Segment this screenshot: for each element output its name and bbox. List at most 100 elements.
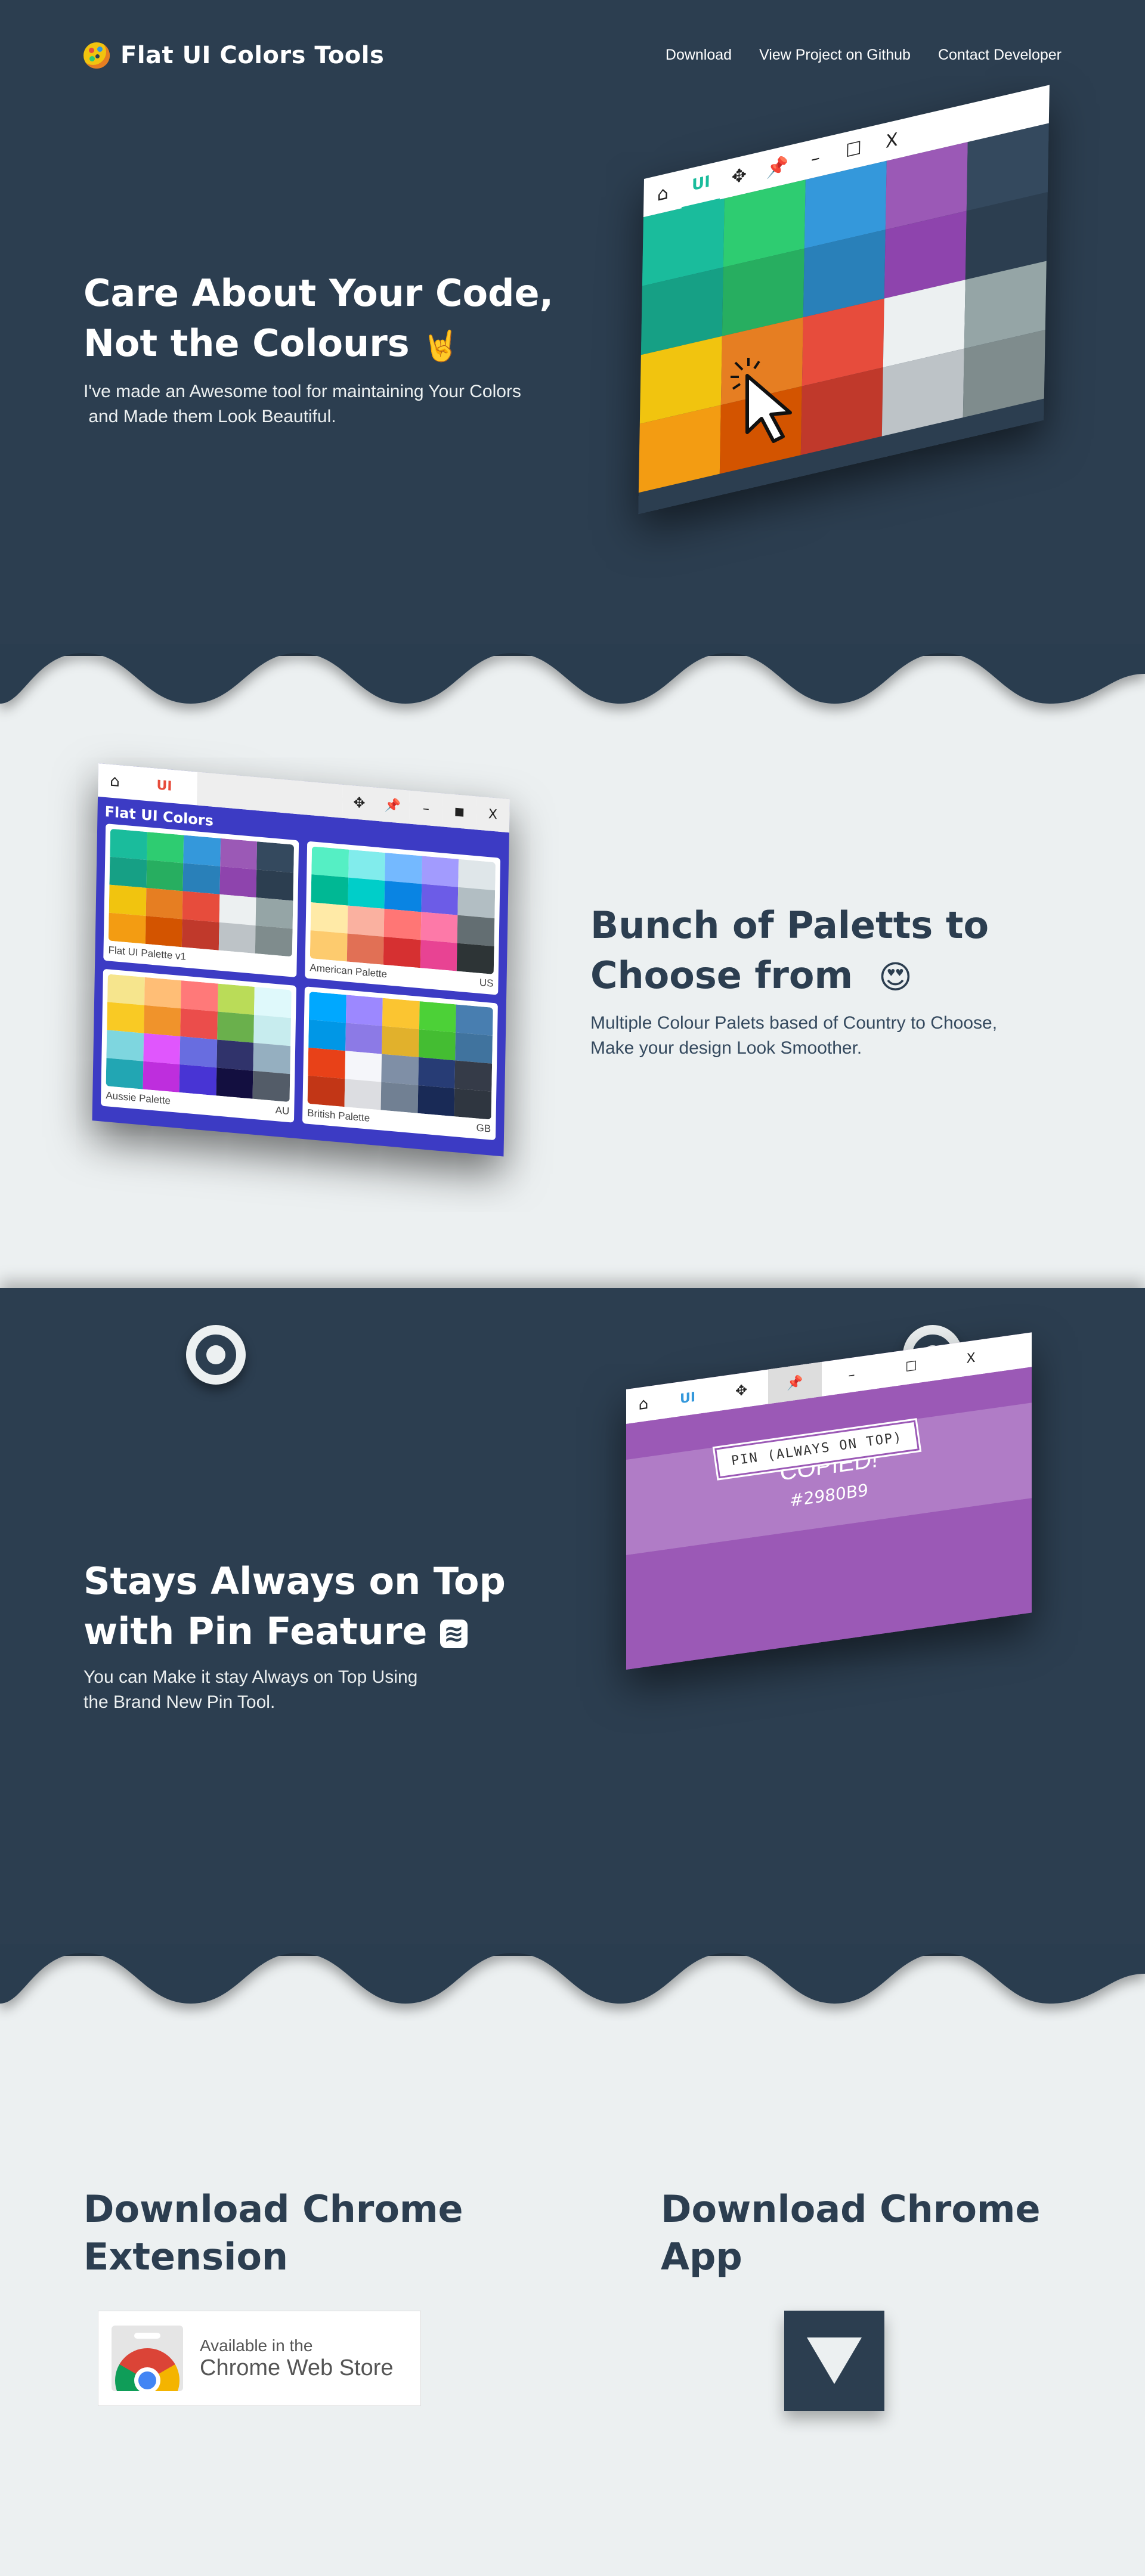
palette-swatch [420, 940, 457, 971]
palette-swatch [417, 1085, 455, 1117]
waves-emoji: ≋ [440, 1619, 468, 1648]
palette-swatch [347, 905, 385, 937]
palette-swatch [457, 943, 494, 974]
palette-swatch [216, 1067, 253, 1099]
ring-icon [186, 1325, 246, 1385]
palette-swatch [146, 832, 184, 863]
palette-preview [310, 846, 496, 974]
download-app-button[interactable] [784, 2311, 884, 2411]
nav-download[interactable]: Download [666, 47, 732, 64]
wave-divider [0, 1944, 1145, 2004]
store-badge-line2: Chrome Web Store [200, 2355, 394, 2380]
palette-swatch [180, 1036, 217, 1068]
palette-swatch [344, 1051, 382, 1082]
heart-eyes-emoji: 😍 [878, 958, 912, 996]
palette-swatch [456, 1004, 493, 1036]
palette-swatch [308, 991, 346, 1023]
palette-swatch [182, 891, 220, 922]
palette-swatch [146, 888, 183, 919]
palette-swatch [383, 936, 421, 968]
move-icon[interactable]: ✥ [342, 784, 376, 821]
palette-swatch [143, 1033, 181, 1065]
palette-cards: Flat UI Palette v1 American Palette US Auss… [92, 823, 509, 1141]
top-nav: Download View Project on Github Contact … [666, 47, 1062, 64]
palette-swatch [310, 902, 348, 934]
close-icon[interactable]: X [475, 796, 510, 833]
store-badge-line1: Available in the [200, 2336, 313, 2355]
palette-card[interactable]: Aussie Palette AU [100, 968, 296, 1123]
chrome-web-store-badge[interactable]: Available in the Chrome Web Store [98, 2311, 421, 2406]
palette-swatch [108, 912, 146, 944]
pin-title-line1: Stays Always on Top [83, 1559, 506, 1603]
download-section: Download Chrome Extension Available in t… [0, 2087, 1145, 2576]
palette-swatch [348, 877, 385, 909]
palette-swatch [181, 980, 218, 1012]
extension-block: Download Chrome Extension Available in t… [83, 2185, 463, 2406]
pin-icon[interactable]: 📌 [375, 787, 410, 824]
palettes-subtitle-line1: Multiple Colour Palets based of Country … [590, 1013, 998, 1033]
maximize-icon[interactable]: ■ [442, 793, 476, 830]
palette-swatch [384, 881, 422, 912]
copied-hex: #2980B9 [790, 1479, 868, 1511]
palette-swatch [418, 1029, 456, 1061]
pin-window-mockup: ⌂ UI ✥ 📌 – ☐ X COPIED! #2980B9 [626, 1332, 1032, 1670]
palette-swatch [308, 1019, 346, 1051]
chrome-store-icon [112, 2326, 183, 2391]
palette-swatch [346, 933, 384, 965]
palette-swatch [421, 884, 459, 915]
palette-swatch [454, 1088, 492, 1120]
nav-contact[interactable]: Contact Developer [938, 47, 1062, 64]
palette-preview [108, 828, 295, 957]
palette-swatch [183, 835, 221, 866]
palette-swatch [348, 849, 386, 881]
home-icon[interactable]: ⌂ [98, 763, 132, 800]
palette-swatch [180, 1008, 218, 1040]
palette-swatch [344, 1079, 382, 1110]
app-block: Download Chrome App [661, 2185, 1041, 2411]
palette-swatch [179, 1064, 217, 1096]
palette-name: British Palette [307, 1107, 370, 1124]
palette-swatch [307, 1075, 345, 1107]
palette-swatch [383, 908, 422, 940]
extension-title-line1: Download Chrome [83, 2187, 463, 2231]
palettes-title-line1: Bunch of Paletts to [590, 903, 989, 947]
palette-swatch [457, 887, 496, 919]
palette-swatch [455, 1032, 493, 1064]
cursor-icon [731, 358, 792, 443]
download-arrow-icon [807, 2337, 862, 2384]
palette-country-code: US [479, 976, 494, 989]
palette-swatch [256, 869, 294, 901]
extension-title: Download Chrome Extension [83, 2185, 463, 2281]
palette-swatch [311, 874, 348, 906]
palette-swatch [308, 1047, 345, 1079]
palette-swatch [253, 1042, 291, 1075]
palette-swatch [255, 925, 293, 957]
pin-title-line2: with Pin Feature [83, 1609, 428, 1653]
palettes-text: Bunch of Paletts to Choose from 😍 Multip… [590, 900, 1079, 1061]
nav-github[interactable]: View Project on Github [759, 47, 911, 64]
palette-swatch [418, 1057, 456, 1089]
palette-swatch [219, 894, 256, 926]
palettes-subtitle: Multiple Colour Palets based of Country … [590, 1011, 1079, 1061]
palette-card[interactable]: British Palette GB [302, 986, 498, 1141]
home-icon[interactable]: ⌂ [626, 1385, 661, 1424]
app-title: Download Chrome App [661, 2185, 1041, 2281]
palette-swatch [219, 866, 257, 898]
palettes-subtitle-line2: Make your design Look Smoother. [590, 1038, 862, 1058]
tab-ui[interactable]: UI [131, 766, 197, 806]
hero-section: Flat UI Colors Tools Download View Proje… [0, 0, 1145, 656]
palette-swatch [106, 1030, 144, 1061]
brand-name: Flat UI Colors Tools [120, 42, 385, 69]
palette-card[interactable]: American Palette US [305, 841, 501, 995]
brand[interactable]: Flat UI Colors Tools [83, 42, 384, 69]
palette-swatch [181, 919, 219, 950]
app-title-line1: Download Chrome [661, 2187, 1041, 2231]
palette-swatch [107, 974, 145, 1005]
hero-title-line2: Not the Colours [83, 321, 410, 365]
palette-preview [106, 974, 292, 1103]
store-badge-text: Available in the Chrome Web Store [200, 2336, 394, 2381]
palette-card[interactable]: Flat UI Palette v1 [103, 823, 299, 978]
palette-swatch [382, 1026, 419, 1057]
palette-preview [307, 991, 493, 1120]
minimize-icon[interactable]: – [409, 790, 443, 827]
